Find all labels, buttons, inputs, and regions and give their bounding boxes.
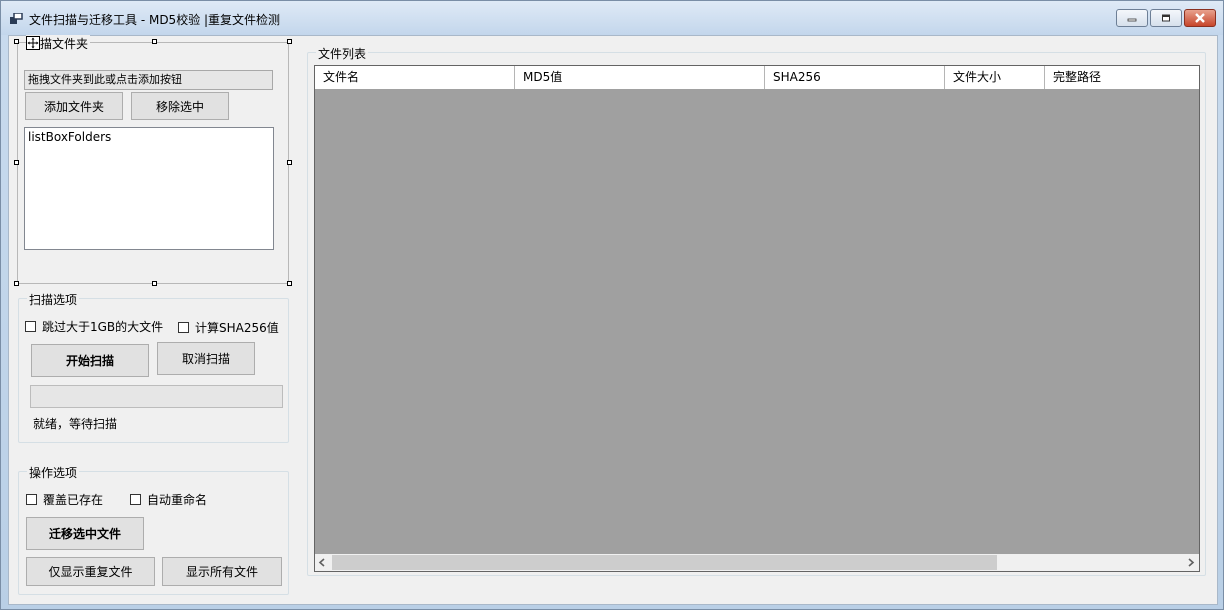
- grid-header-row: 文件名 MD5值 SHA256 文件大小 完整路径: [315, 66, 1199, 90]
- start-scan-button[interactable]: 开始扫描: [31, 344, 149, 377]
- resize-handle[interactable]: [287, 281, 292, 286]
- file-list-grid[interactable]: 文件名 MD5值 SHA256 文件大小 完整路径: [314, 65, 1200, 572]
- overwrite-existing-checkbox[interactable]: 覆盖已存在: [26, 491, 103, 508]
- checkbox-box[interactable]: [130, 494, 141, 505]
- operation-options-group-title: 操作选项: [27, 464, 80, 481]
- column-header-filename[interactable]: 文件名: [315, 66, 515, 89]
- compute-sha256-label: 计算SHA256值: [195, 321, 279, 335]
- horizontal-scroll-thumb[interactable]: [332, 555, 997, 570]
- column-header-full-path[interactable]: 完整路径: [1045, 66, 1199, 89]
- checkbox-box[interactable]: [26, 494, 37, 505]
- folder-listbox[interactable]: listBoxFolders: [24, 127, 274, 250]
- resize-handle[interactable]: [14, 281, 19, 286]
- auto-rename-label: 自动重命名: [147, 493, 208, 507]
- column-header-sha256[interactable]: SHA256: [765, 66, 945, 89]
- scan-options-group-title: 扫描选项: [27, 291, 80, 308]
- maximize-icon: [1162, 14, 1170, 22]
- skip-large-files-checkbox[interactable]: 跳过大于1GB的大文件: [25, 318, 163, 335]
- listbox-placeholder-text: listBoxFolders: [28, 130, 112, 144]
- show-all-files-button[interactable]: 显示所有文件: [162, 557, 282, 586]
- resize-handle[interactable]: [287, 160, 292, 165]
- drop-hint-label[interactable]: 拖拽文件夹到此或点击添加按钮: [24, 70, 273, 90]
- resize-handle[interactable]: [14, 39, 19, 44]
- resize-handle[interactable]: [14, 160, 19, 165]
- column-header-md5[interactable]: MD5值: [515, 66, 765, 89]
- horizontal-scrollbar[interactable]: [315, 554, 1199, 571]
- scroll-left-arrow-icon[interactable]: [318, 558, 326, 567]
- window-title: 文件扫描与迁移工具 - MD5校验 |重复文件检测: [29, 13, 281, 27]
- maximize-button[interactable]: [1150, 9, 1182, 27]
- scroll-right-arrow-icon[interactable]: [1187, 558, 1195, 567]
- checkbox-box[interactable]: [25, 321, 36, 332]
- resize-handle[interactable]: [152, 281, 157, 286]
- move-handle-icon[interactable]: [26, 36, 40, 50]
- column-header-file-size[interactable]: 文件大小: [945, 66, 1045, 89]
- scan-progress-bar: [30, 385, 283, 408]
- minimize-button[interactable]: [1116, 9, 1148, 27]
- remove-selected-button[interactable]: 移除选中: [131, 92, 229, 120]
- add-folder-button[interactable]: 添加文件夹: [25, 92, 123, 120]
- resize-handle[interactable]: [152, 39, 157, 44]
- skip-large-files-label: 跳过大于1GB的大文件: [42, 320, 164, 334]
- show-duplicates-button[interactable]: 仅显示重复文件: [26, 557, 155, 586]
- migrate-selected-button[interactable]: 迁移选中文件: [26, 517, 144, 550]
- minimize-icon: [1127, 18, 1137, 22]
- close-icon: [1195, 13, 1205, 23]
- close-button[interactable]: [1184, 9, 1216, 27]
- checkbox-box[interactable]: [178, 322, 189, 333]
- main-window: 文件扫描与迁移工具 - MD5校验 |重复文件检测 扫描文件夹 拖拽文件夹到此或…: [0, 0, 1224, 610]
- compute-sha256-checkbox[interactable]: 计算SHA256值: [178, 319, 279, 336]
- app-icon: [10, 13, 23, 24]
- file-list-group-title: 文件列表: [316, 45, 369, 62]
- overwrite-existing-label: 覆盖已存在: [43, 493, 104, 507]
- client-area: 扫描文件夹 拖拽文件夹到此或点击添加按钮 添加文件夹 移除选中 listBoxF…: [8, 35, 1218, 605]
- resize-handle[interactable]: [287, 39, 292, 44]
- scan-status-label: 就绪，等待扫描: [33, 417, 118, 431]
- cancel-scan-button[interactable]: 取消扫描: [157, 342, 255, 375]
- auto-rename-checkbox[interactable]: 自动重命名: [130, 491, 207, 508]
- title-bar[interactable]: 文件扫描与迁移工具 - MD5校验 |重复文件检测: [1, 1, 1223, 35]
